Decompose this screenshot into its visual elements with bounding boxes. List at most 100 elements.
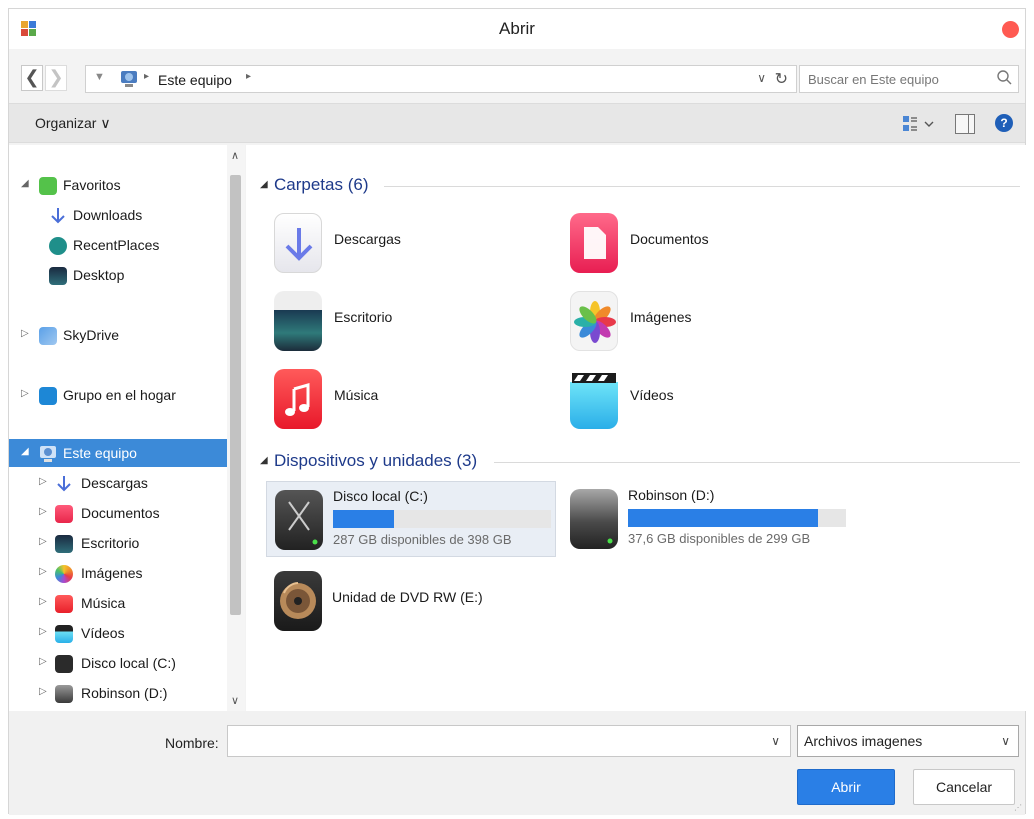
preview-pane-icon[interactable]	[955, 114, 975, 134]
favorites-icon	[39, 177, 57, 195]
view-options-icon[interactable]	[901, 114, 937, 134]
scroll-up-icon[interactable]: ∧	[231, 149, 239, 162]
expand-icon[interactable]: ▷	[39, 566, 47, 577]
recent-locations-dropdown[interactable]: ▼	[94, 71, 105, 83]
scrollbar-thumb[interactable]	[230, 175, 241, 615]
sidebar-item-grupo-hogar[interactable]: ▷ Grupo en el hogar	[9, 381, 227, 409]
group-divider	[384, 186, 1020, 187]
sidebar-item-documentos[interactable]: ▷ Documentos	[9, 499, 227, 527]
expand-icon[interactable]: ▷	[39, 476, 47, 487]
crumb-separator[interactable]: ▸	[246, 71, 251, 82]
drive-free-space: 37,6 GB disponibles de 299 GB	[628, 531, 811, 546]
sidebar-item-descargas[interactable]: ▷ Descargas	[9, 469, 227, 497]
breadcrumb-este-equipo[interactable]: Este equipo	[158, 72, 232, 88]
expand-icon[interactable]: ▷	[21, 328, 29, 339]
folder-imagenes[interactable]: Imágenes	[562, 285, 832, 357]
navigation-pane: ◢ Favoritos Downloads RecentPlaces Deskt…	[9, 145, 245, 711]
sidebar-item-videos[interactable]: ▷ Vídeos	[9, 619, 227, 647]
sidebar-item-robinson-d[interactable]: ▷ Robinson (D:)	[9, 679, 227, 707]
expand-icon[interactable]: ▷	[21, 388, 29, 399]
sidebar-item-musica[interactable]: ▷ Música	[9, 589, 227, 617]
sidebar-item-label: Robinson (D:)	[81, 685, 168, 701]
expand-icon[interactable]: ▷	[39, 686, 47, 697]
sidebar-item-label: RecentPlaces	[73, 237, 160, 253]
sidebar-item-label: Favoritos	[63, 177, 121, 193]
organize-menu-button[interactable]: Organizar ∨	[35, 115, 111, 132]
sidebar-item-label: Vídeos	[81, 625, 125, 641]
search-input[interactable]	[800, 66, 990, 92]
file-type-dropdown-icon[interactable]: ∨	[1001, 734, 1010, 748]
drive-usage-fill	[628, 509, 818, 527]
collapse-icon[interactable]: ◢	[260, 179, 268, 190]
folder-descargas[interactable]: Descargas	[266, 207, 536, 279]
sidebar-item-label: Desktop	[73, 267, 125, 283]
expand-icon[interactable]: ▷	[39, 596, 47, 607]
sidebar-item-imagenes[interactable]: ▷ Imágenes	[9, 559, 227, 587]
collapse-icon[interactable]: ◢	[21, 446, 29, 457]
address-dropdown[interactable]: ∨	[757, 71, 766, 85]
close-icon[interactable]	[1002, 21, 1019, 38]
sidebar-item-label: Downloads	[73, 207, 143, 223]
drive-free-space: 287 GB disponibles de 398 GB	[333, 532, 512, 547]
homegroup-icon	[39, 387, 57, 405]
collapse-icon[interactable]: ◢	[21, 178, 29, 189]
resize-grip-icon[interactable]: ⋰	[1014, 804, 1022, 812]
expand-icon[interactable]: ▷	[39, 656, 47, 667]
cancel-button[interactable]: Cancelar	[913, 769, 1015, 805]
download-arrow-icon	[51, 208, 65, 224]
sidebar-item-escritorio[interactable]: ▷ Escritorio	[9, 529, 227, 557]
desktop-icon	[55, 535, 73, 553]
photos-icon	[570, 291, 618, 351]
file-type-select[interactable]: Archivos imagenes ∨	[797, 725, 1019, 757]
group-header-carpetas[interactable]: ◢ Carpetas (6)	[260, 175, 1020, 197]
sidebar-item-recentplaces[interactable]: RecentPlaces	[9, 231, 227, 259]
drive-robinson-d[interactable]: Robinson (D:) 37,6 GB disponibles de 299…	[562, 481, 852, 557]
help-icon[interactable]: ?	[995, 114, 1013, 132]
filename-label: Nombre:	[165, 735, 219, 751]
scroll-down-icon[interactable]: ∨	[231, 694, 239, 707]
sidebar-item-label: Documentos	[81, 505, 160, 521]
drive-icon	[275, 490, 323, 550]
open-file-dialog: Abrir ❮ ❯ ▼ ▸ Este equipo ▸ ∨ ↻ Buscar e…	[8, 8, 1027, 815]
collapse-icon[interactable]: ◢	[260, 455, 268, 466]
crumb-separator: ▸	[144, 71, 150, 82]
skydrive-icon	[39, 327, 57, 345]
address-bar[interactable]: ▼ ▸ Este equipo ▸ ∨ ↻	[85, 65, 797, 93]
sidebar-item-disco-local-c[interactable]: ▷ Disco local (C:)	[9, 649, 227, 677]
videos-icon	[55, 625, 73, 643]
back-button[interactable]: ❮	[21, 65, 43, 91]
sidebar-item-downloads[interactable]: Downloads	[9, 201, 227, 229]
command-bar: Organizar ∨ ?	[9, 103, 1025, 143]
expand-icon[interactable]: ▷	[39, 626, 47, 637]
drive-usage-bar	[333, 510, 551, 528]
folder-musica[interactable]: Música	[266, 363, 536, 435]
folder-videos[interactable]: Vídeos	[562, 363, 832, 435]
sidebar-item-skydrive[interactable]: ▷ SkyDrive	[9, 321, 227, 349]
desktop-icon	[49, 267, 67, 285]
drive-dvd-e[interactable]: Unidad de DVD RW (E:)	[266, 563, 556, 639]
music-icon	[55, 595, 73, 613]
sidebar-item-favoritos[interactable]: ◢ Favoritos	[9, 171, 227, 199]
filename-input[interactable]	[228, 726, 758, 756]
sidebar-item-este-equipo[interactable]: ◢ Este equipo	[9, 439, 227, 467]
filename-dropdown-icon[interactable]: ∨	[771, 734, 780, 748]
folder-label: Documentos	[630, 231, 709, 247]
drive-icon	[570, 489, 618, 549]
group-header-dispositivos[interactable]: ◢ Dispositivos y unidades (3)	[260, 451, 1020, 473]
sidebar-item-label: Este equipo	[63, 445, 137, 461]
open-button[interactable]: Abrir	[797, 769, 895, 805]
folder-escritorio[interactable]: Escritorio	[266, 285, 536, 357]
drive-icon	[55, 685, 73, 703]
refresh-icon[interactable]: ↻	[775, 69, 788, 89]
search-icon[interactable]	[996, 69, 1012, 87]
expand-icon[interactable]: ▷	[39, 506, 47, 517]
folder-documentos[interactable]: Documentos	[562, 207, 832, 279]
drive-usage-fill	[333, 510, 395, 528]
content-pane: ◢ Carpetas (6) Descargas Documentos Escr…	[246, 145, 1027, 711]
sidebar-item-desktop[interactable]: Desktop	[9, 261, 227, 289]
sidebar-scrollbar[interactable]: ∧ ∨	[227, 145, 245, 711]
forward-button[interactable]: ❯	[45, 65, 67, 91]
drive-disco-local-c[interactable]: Disco local (C:) 287 GB disponibles de 3…	[266, 481, 556, 557]
expand-icon[interactable]: ▷	[39, 536, 47, 547]
sidebar-item-label: Escritorio	[81, 535, 140, 551]
